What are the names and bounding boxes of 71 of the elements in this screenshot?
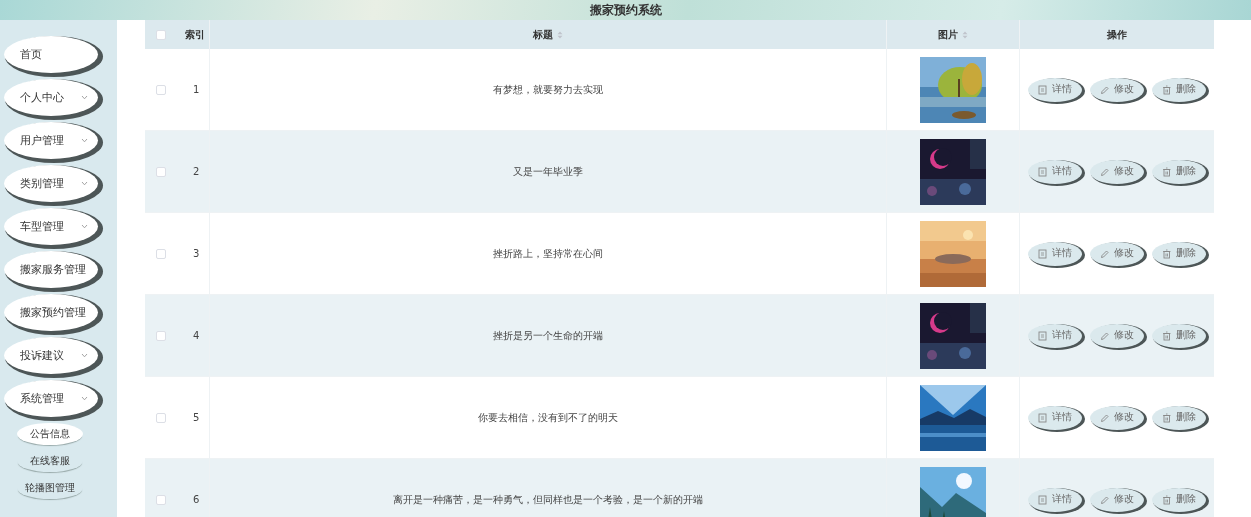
action-button[interactable]: 删除 [1152,77,1206,102]
table-cell-text: 离开是一种痛苦，是一种勇气，但同样也是一个考验，是一个新的开端 [393,493,703,507]
pencil-icon [1100,166,1110,177]
select-all-checkbox[interactable] [156,29,166,40]
action-button[interactable]: 修改 [1090,487,1144,512]
document-icon [1038,166,1048,177]
row-checkbox[interactable] [156,248,166,259]
table-cell-text: 4 [193,329,200,343]
table-cell-text: 1 [193,83,200,97]
column-header: 索引 [185,28,205,42]
pencil-icon [1100,330,1110,341]
pencil-icon [1100,84,1110,95]
action-button[interactable]: 修改 [1090,405,1144,430]
table-cell-text: 6 [193,493,200,507]
sort-icon [557,30,563,39]
table-cell-text: 5 [193,411,200,425]
action-button[interactable]: 详情 [1028,323,1082,348]
action-button[interactable]: 详情 [1028,405,1082,430]
document-icon [1038,330,1048,341]
submenu-item[interactable]: 在线客服 [17,450,83,472]
sort-icon [962,30,968,39]
chevron-icon [81,138,88,143]
chevron-icon [81,353,88,358]
action-button[interactable]: 删除 [1152,159,1206,184]
table-cell-text: 3 [193,247,200,261]
column-header[interactable]: 图片 [938,27,968,42]
document-icon [1038,494,1048,505]
row-checkbox[interactable] [156,494,166,505]
action-button[interactable]: 删除 [1152,241,1206,266]
row-checkbox[interactable] [156,84,166,95]
table-cell-text: 又是一年毕业季 [513,165,583,179]
trash-icon [1162,248,1172,259]
action-button[interactable]: 修改 [1090,159,1144,184]
pencil-icon [1100,412,1110,423]
system-title: 搬家预约系统 [589,2,662,19]
row-checkbox[interactable] [156,330,166,341]
action-button[interactable]: 详情 [1028,77,1082,102]
trash-icon [1162,330,1172,341]
action-button[interactable]: 删除 [1152,323,1206,348]
action-button[interactable]: 详情 [1028,241,1082,266]
table-cell-text: 有梦想，就要努力去实现 [493,83,603,97]
table-cell-text: 挫折是另一个生命的开端 [493,329,603,343]
trash-icon [1162,166,1172,177]
submenu-item[interactable]: 轮播图管理 [17,477,83,499]
trash-icon [1162,84,1172,95]
chevron-icon [81,95,88,100]
table-cell-text: 2 [193,165,200,179]
document-icon [1038,84,1048,95]
row-checkbox[interactable] [156,166,166,177]
table-cell-text: 挫折路上，坚持常在心间 [493,247,603,261]
chevron-icon [81,181,88,186]
action-button[interactable]: 修改 [1090,323,1144,348]
action-button[interactable]: 详情 [1028,159,1082,184]
pencil-icon [1100,494,1110,505]
document-icon [1038,412,1048,423]
table-cell-text: 你要去相信，没有到不了的明天 [478,411,618,425]
action-button[interactable]: 修改 [1090,77,1144,102]
trash-icon [1162,412,1172,423]
column-header[interactable]: 标题 [533,27,563,42]
chevron-icon [81,224,88,229]
trash-icon [1162,494,1172,505]
document-icon [1038,248,1048,259]
chevron-icon [81,396,88,401]
action-button[interactable]: 删除 [1152,487,1206,512]
pencil-icon [1100,248,1110,259]
submenu-item[interactable]: 公告信息 [17,423,83,445]
action-button[interactable]: 修改 [1090,241,1144,266]
action-button[interactable]: 详情 [1028,487,1082,512]
row-checkbox[interactable] [156,412,166,423]
action-button[interactable]: 删除 [1152,405,1206,430]
column-header: 操作 [1107,28,1127,42]
